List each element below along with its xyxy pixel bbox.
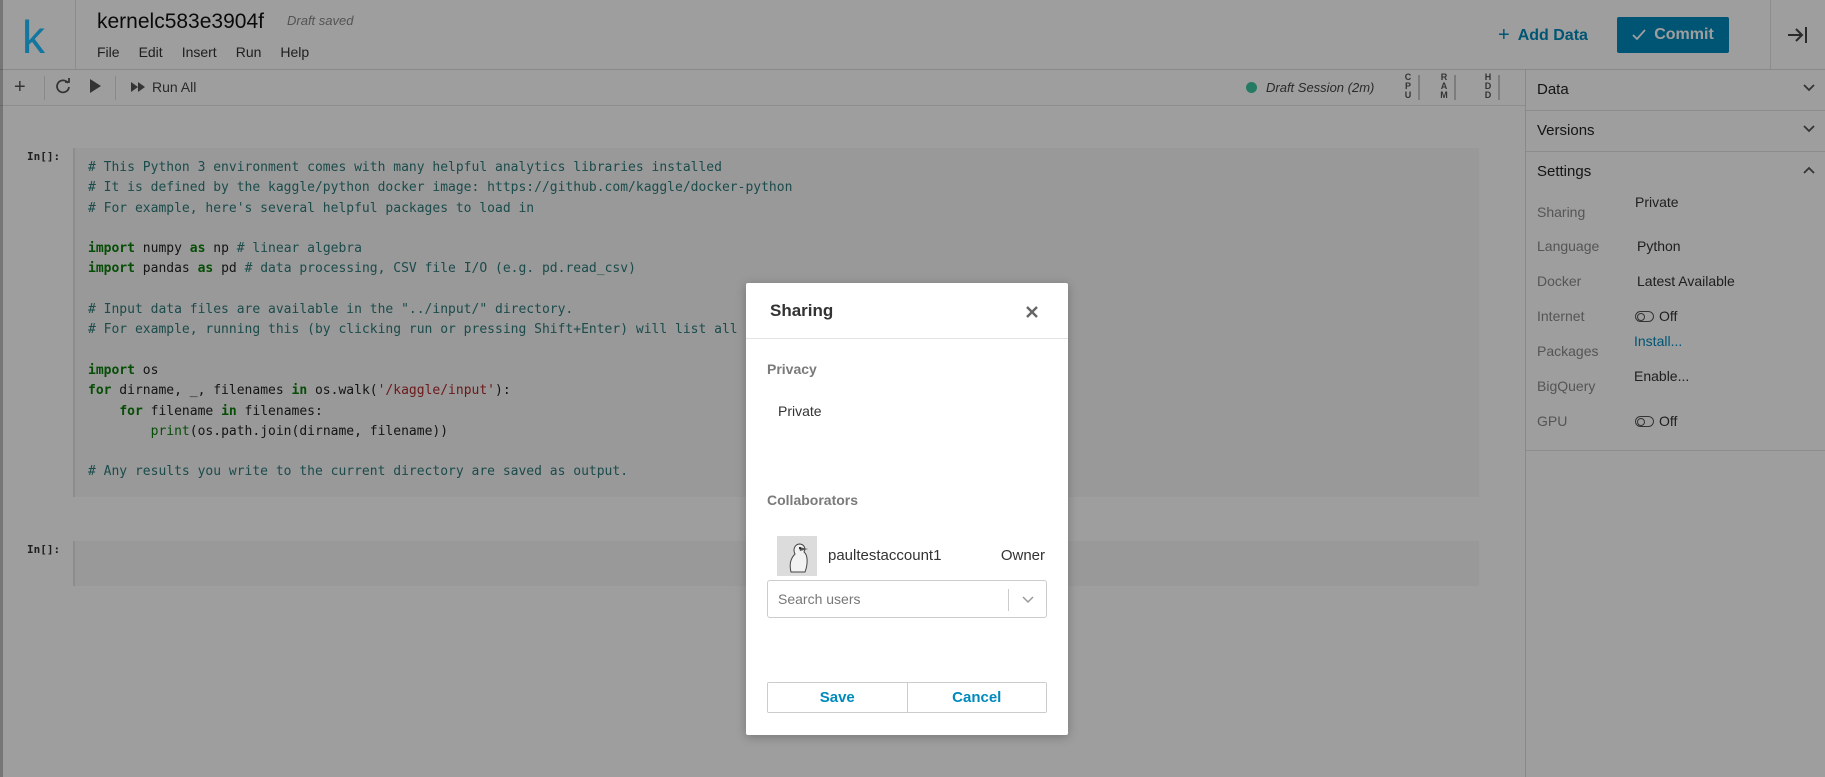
search-users-select[interactable] (767, 580, 1047, 618)
dialog-actions: Save Cancel (767, 682, 1047, 713)
window-edge (0, 0, 3, 777)
privacy-value[interactable]: Private (778, 403, 822, 419)
collaborator-role: Owner (1000, 547, 1045, 564)
sharing-dialog: Sharing Privacy Private Collaborators pa… (746, 283, 1068, 735)
chevron-down-icon[interactable] (1020, 590, 1036, 613)
dialog-title: Sharing (770, 301, 834, 320)
close-icon[interactable] (1026, 301, 1038, 324)
search-users-input[interactable] (778, 589, 998, 609)
collaborator-row: paultestaccount1 Owner (777, 536, 1045, 576)
select-divider (1008, 589, 1009, 611)
privacy-label: Privacy (767, 361, 817, 377)
collaborators-label: Collaborators (767, 492, 859, 508)
cancel-button[interactable]: Cancel (906, 683, 1046, 712)
save-button[interactable]: Save (768, 683, 907, 712)
dialog-header: Sharing (746, 283, 1068, 339)
avatar (777, 536, 817, 576)
collaborator-name: paultestaccount1 (828, 547, 942, 564)
